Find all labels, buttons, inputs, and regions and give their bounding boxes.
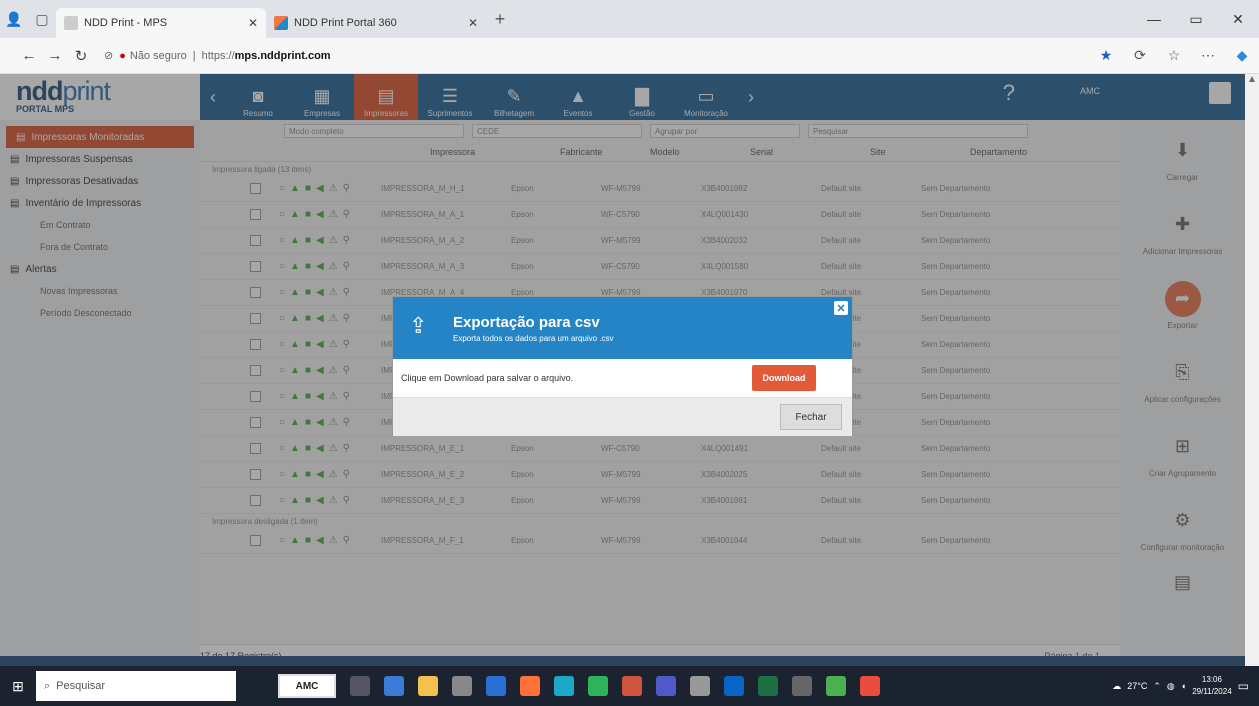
tab-ndd-print-mps[interactable]: NDD Print - MPS ✕	[56, 8, 266, 38]
teams-icon[interactable]	[656, 676, 676, 696]
outlook-icon[interactable]	[724, 676, 744, 696]
reload-icon[interactable]: ↻	[68, 47, 94, 65]
url-prefix: https://	[201, 49, 235, 62]
app2-icon[interactable]	[826, 676, 846, 696]
settings-icon[interactable]	[690, 676, 710, 696]
dialog-subtitle: Exporta todos os dados para um arquivo .…	[453, 333, 614, 343]
dialog-header: ⇪ Exportação para csv Exporta todos os d…	[393, 297, 852, 359]
chrome-icon[interactable]	[588, 676, 608, 696]
mail-icon[interactable]	[486, 676, 506, 696]
page-scrollbar[interactable]: ▲	[1245, 74, 1259, 666]
widgets-icon[interactable]	[384, 676, 404, 696]
system-tray: ☁ 27°C ⌃ ◍ ◖ 13:06 29/11/2024 ▭	[1112, 674, 1259, 698]
dialog-message: Clique em Download para salvar o arquivo…	[401, 373, 574, 383]
excel-icon[interactable]	[758, 676, 778, 696]
close-tab-icon[interactable]: ✕	[468, 16, 478, 30]
close-tab-icon[interactable]: ✕	[248, 16, 258, 30]
volume-icon[interactable]: ◖	[1181, 681, 1186, 691]
file-explorer-icon[interactable]	[418, 676, 438, 696]
weather-icon[interactable]: ☁	[1112, 681, 1121, 692]
notifications-icon[interactable]: ▭	[1238, 679, 1249, 693]
tab-actions-icon[interactable]: ▢	[28, 0, 56, 38]
back-icon[interactable]: ←	[16, 47, 42, 64]
media-icon[interactable]	[792, 676, 812, 696]
clock[interactable]: 13:06 29/11/2024	[1192, 674, 1231, 698]
profile-icon[interactable]: 👤	[0, 0, 28, 38]
windows-taskbar: ⊞ ⌕ Pesquisar AMC ☁ 27°C ⌃ ◍ ◖ 13:06 29/…	[0, 666, 1259, 706]
fechar-button[interactable]: Fechar	[780, 404, 842, 430]
security-label: Não seguro	[129, 49, 187, 62]
minimize-icon[interactable]: —	[1133, 11, 1175, 28]
not-secure-icon: ●	[119, 49, 126, 62]
favorite-star-icon[interactable]: ★	[1089, 47, 1123, 64]
task-view-icon[interactable]	[350, 676, 370, 696]
new-tab-icon[interactable]: +	[486, 0, 514, 38]
site-info-icon[interactable]: ⊘	[104, 49, 113, 62]
address-bar: ← → ↻ ⊘ ● Não seguro | https:// mps.nddp…	[0, 38, 1259, 74]
url-field[interactable]: ⊘ ● Não seguro | https:// mps.nddprint.c…	[104, 44, 331, 68]
restore-icon[interactable]: ▭	[1175, 11, 1217, 28]
edge-icon[interactable]	[554, 676, 574, 696]
ndd-favicon-icon	[274, 16, 288, 30]
dialog-body: Clique em Download para salvar o arquivo…	[393, 359, 852, 397]
extension-icon[interactable]: ⟳	[1123, 47, 1157, 64]
tab-title: NDD Print - MPS	[84, 17, 168, 29]
search-icon: ⌕	[44, 679, 51, 692]
forward-icon[interactable]: →	[42, 47, 68, 64]
favorites-icon[interactable]: ☆	[1157, 47, 1191, 64]
scroll-up-icon[interactable]: ▲	[1245, 74, 1259, 85]
url-host: mps.nddprint.com	[234, 49, 331, 62]
tray-chevron-icon[interactable]: ⌃	[1153, 681, 1161, 692]
tab-ndd-portal-360[interactable]: NDD Print Portal 360 ✕	[266, 8, 486, 38]
dialog-title: Exportação para csv	[453, 313, 600, 331]
start-icon[interactable]: ⊞	[0, 666, 36, 706]
download-button[interactable]: Download	[752, 365, 816, 391]
tab-title: NDD Print Portal 360	[294, 17, 397, 29]
export-csv-dialog: ⇪ Exportação para csv Exporta todos os d…	[392, 296, 853, 436]
firefox-icon[interactable]	[520, 676, 540, 696]
copilot-icon[interactable]: ◆	[1225, 47, 1259, 64]
dialog-footer: Fechar	[393, 397, 852, 436]
chrome2-icon[interactable]	[860, 676, 880, 696]
app-icon[interactable]	[622, 676, 642, 696]
search-placeholder: Pesquisar	[56, 680, 106, 692]
more-icon[interactable]: ⋯	[1191, 47, 1225, 64]
taskbar-apps	[350, 676, 880, 696]
page-icon	[64, 16, 78, 30]
export-icon: ⇪	[409, 313, 428, 338]
close-dialog-icon[interactable]: ✕	[834, 301, 848, 315]
taskbar-search[interactable]: ⌕ Pesquisar	[36, 671, 236, 701]
calculator-icon[interactable]	[452, 676, 472, 696]
amc-app-icon[interactable]: AMC	[278, 674, 336, 698]
network-icon[interactable]: ◍	[1167, 681, 1175, 692]
close-window-icon[interactable]: ✕	[1217, 11, 1259, 28]
date: 29/11/2024	[1192, 687, 1232, 696]
browser-tab-bar: 👤 ▢ NDD Print - MPS ✕ NDD Print Portal 3…	[0, 0, 1259, 38]
time: 13:06	[1201, 675, 1222, 684]
temperature[interactable]: 27°C	[1127, 681, 1147, 691]
